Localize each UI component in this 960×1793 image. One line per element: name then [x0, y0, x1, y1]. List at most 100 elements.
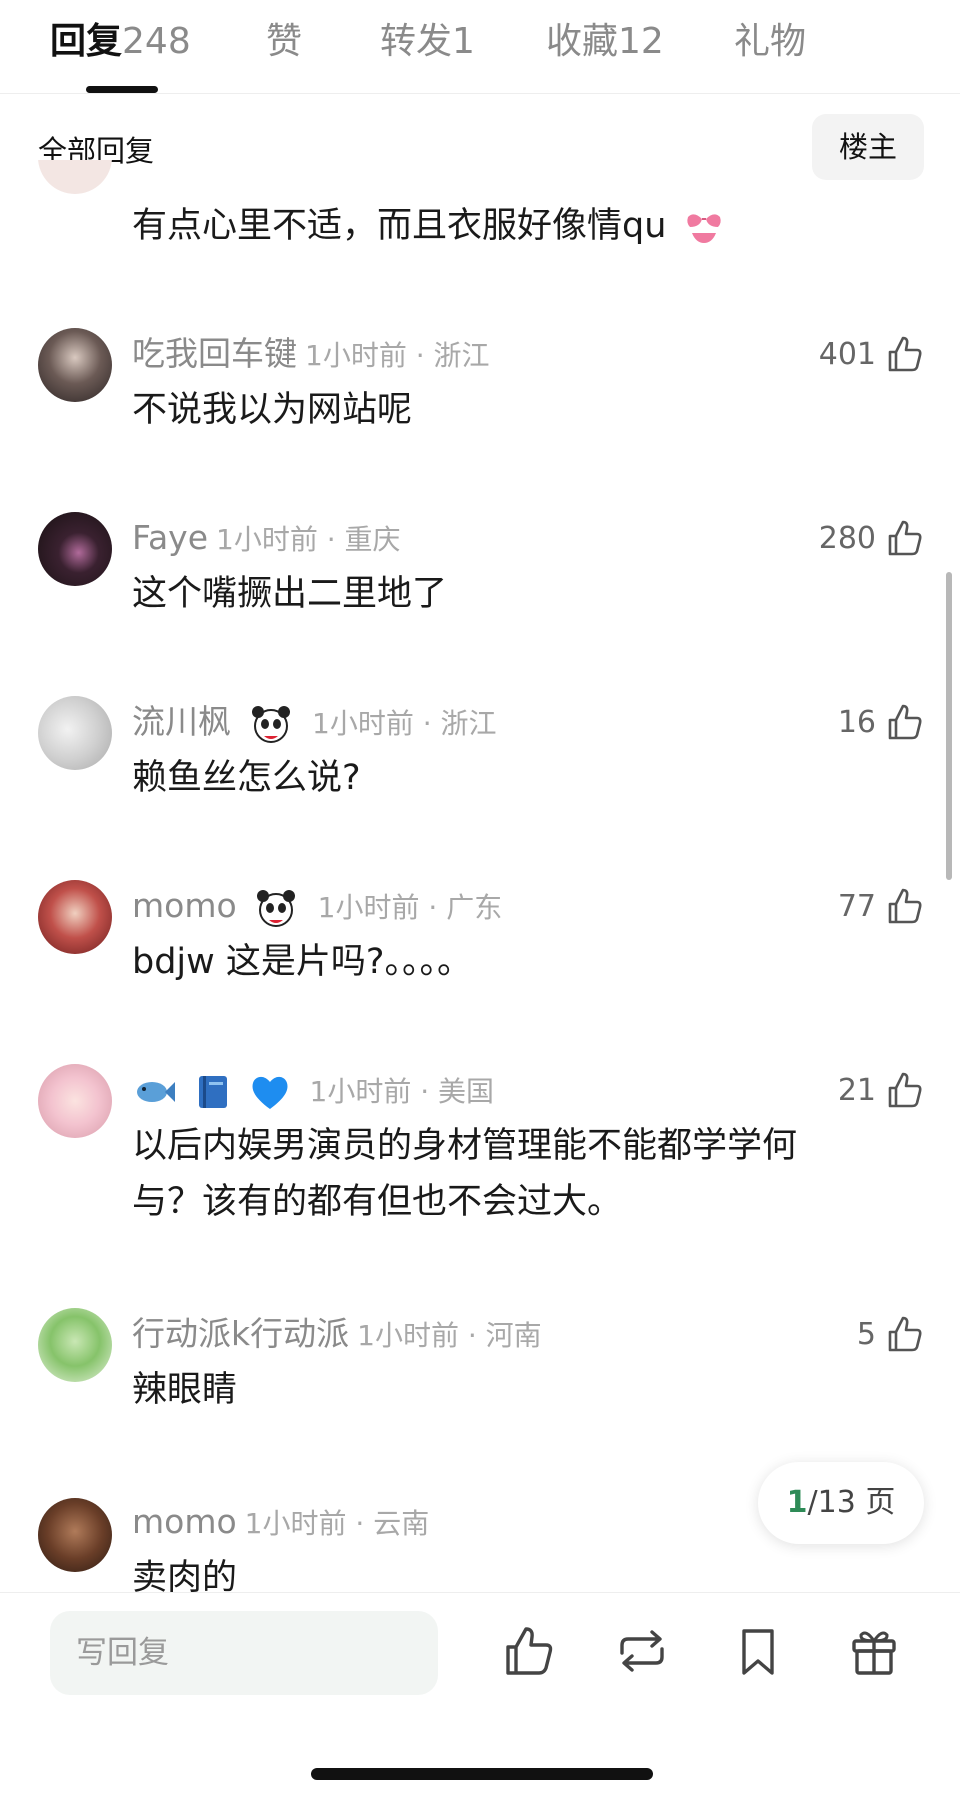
avatar[interactable]	[38, 328, 112, 402]
comment-text: bdjw 这是片吗?。。。。	[132, 942, 472, 982]
tab-favorites-count: 12	[618, 21, 664, 62]
like-button[interactable]: 401	[819, 330, 924, 378]
avatar[interactable]	[38, 1308, 112, 1382]
comment-header: momo 1小时前 · 云南	[132, 1502, 430, 1541]
tab-bar: 回复248 赞 转发1 收藏12 礼物	[0, 0, 960, 94]
like-button[interactable]: 16	[838, 698, 924, 746]
repost-icon	[620, 1630, 664, 1672]
username[interactable]: 流川枫	[132, 702, 231, 741]
username[interactable]: 吃我回车键	[132, 334, 297, 373]
like-icon	[506, 1627, 553, 1675]
bookmark-action-button[interactable]	[730, 1623, 786, 1679]
avatar[interactable]	[38, 880, 112, 954]
total-pages: /13 页	[807, 1485, 896, 1520]
comment-location: 重庆	[344, 523, 401, 556]
username[interactable]: momo	[132, 886, 237, 925]
comment-time: 1小时前	[305, 339, 407, 372]
scrollbar[interactable]	[946, 572, 952, 880]
comment-header: 行动派k行动派 1小时前 · 河南	[132, 1314, 542, 1353]
partial-comment-text: 有点心里不适，而且衣服好像情qu	[132, 206, 667, 246]
tab-replies-label: 回复	[50, 21, 123, 62]
like-action-button[interactable]	[500, 1623, 556, 1679]
tab-likes[interactable]: 赞	[266, 18, 302, 66]
tab-favorites-label: 收藏	[546, 21, 619, 62]
avatar[interactable]	[38, 1064, 112, 1138]
like-count: 280	[818, 520, 876, 556]
reply-input[interactable]: 写回复	[50, 1611, 438, 1695]
avatar[interactable]	[38, 1498, 112, 1572]
comment-location: 广东	[446, 891, 503, 924]
bookmark-icon	[742, 1629, 774, 1675]
comment-text: 不说我以为网站呢	[132, 390, 413, 430]
repost-action-button[interactable]	[614, 1623, 670, 1679]
bottom-action-bar: 写回复	[0, 1592, 960, 1793]
comment-time: 1小时前	[216, 523, 318, 556]
tab-likes-label: 赞	[266, 21, 303, 62]
avatar[interactable]	[38, 696, 112, 770]
active-tab-indicator	[86, 86, 158, 93]
username[interactable]: momo	[132, 1502, 237, 1541]
comment-time: 1小时前	[312, 707, 414, 740]
book-icon	[198, 1075, 227, 1108]
username[interactable]: 行动派k行动派	[132, 1314, 349, 1353]
comment-text: 有点心里不适，而且衣服好像情qu	[132, 198, 892, 254]
tab-gifts[interactable]: 礼物	[734, 18, 806, 66]
comment-text-line: 以后内娱男演员的身材管理能不能都学学何	[132, 1126, 798, 1166]
avatar[interactable]	[38, 512, 112, 586]
owner-only-button[interactable]: 楼主	[812, 114, 924, 180]
thumbs-up-icon	[888, 520, 922, 556]
username[interactable]: Faye	[132, 518, 208, 557]
home-indicator[interactable]	[311, 1768, 653, 1780]
tab-replies-count: 248	[122, 21, 191, 62]
comment-location: 浙江	[433, 339, 490, 372]
comment-header: 流川枫 1小时前 · 浙江	[132, 698, 497, 746]
gift-action-button[interactable]	[846, 1623, 902, 1679]
comment-time: 1小时前	[309, 1075, 412, 1108]
tab-reposts-count: 1	[452, 21, 475, 62]
bikini-emoji-icon	[686, 214, 721, 243]
tab-reposts[interactable]: 转发1	[380, 18, 475, 66]
comment-text: 这个嘴撅出二里地了	[132, 574, 448, 614]
thumbs-up-icon	[888, 1072, 922, 1108]
comment-text: 卖肉的	[132, 1558, 238, 1592]
comment-location: 云南	[373, 1507, 430, 1540]
like-count: 77	[837, 888, 876, 924]
comment-header: Faye 1小时前 · 重庆	[132, 518, 401, 557]
thumbs-up-icon	[888, 704, 922, 740]
like-count: 5	[856, 1316, 876, 1352]
thumbs-up-icon	[888, 1316, 922, 1352]
tab-favorites[interactable]: 收藏12	[546, 18, 664, 66]
comment-location: 河南	[485, 1319, 542, 1352]
comment-text-line: 与？该有的都有但也不会过大。	[132, 1182, 623, 1222]
avatar[interactable]	[38, 160, 112, 214]
like-count: 401	[818, 336, 876, 372]
thumbs-up-icon	[888, 336, 922, 372]
comment-text: 辣眼睛	[132, 1370, 238, 1410]
comment-time: 1小时前	[317, 891, 420, 924]
thumbs-up-icon	[888, 888, 922, 924]
like-button[interactable]: 77	[838, 882, 924, 930]
panda-badge-icon	[251, 705, 290, 743]
blue-heart-icon	[252, 1076, 288, 1109]
like-count: 16	[837, 704, 876, 740]
fish-icon	[137, 1081, 175, 1102]
tab-replies[interactable]: 回复248	[50, 18, 191, 66]
current-page: 1	[786, 1485, 808, 1520]
comment-header: 1小时前 · 美国	[132, 1066, 494, 1114]
comment-text: 以后内娱男演员的身材管理能不能都学学何 与？该有的都有但也不会过大。	[132, 1118, 892, 1230]
comment-location: 美国	[438, 1075, 495, 1108]
like-count: 21	[837, 1072, 876, 1108]
page-indicator[interactable]: 1/13 页	[758, 1462, 924, 1544]
comment-header: momo 1小时前 · 广东	[132, 882, 502, 930]
like-button[interactable]: 21	[838, 1066, 924, 1114]
like-button[interactable]: 5	[857, 1310, 924, 1358]
gift-icon	[852, 1631, 896, 1675]
tab-reposts-label: 转发	[380, 21, 453, 62]
comment-header: 吃我回车键 1小时前 · 浙江	[132, 334, 490, 373]
comment-text: 赖鱼丝怎么说?	[132, 758, 361, 798]
comment-time: 1小时前	[357, 1319, 459, 1352]
comment-time: 1小时前	[244, 1507, 347, 1540]
tab-gifts-label: 礼物	[734, 21, 807, 62]
like-button[interactable]: 280	[819, 514, 924, 562]
comment-location: 浙江	[440, 707, 497, 740]
